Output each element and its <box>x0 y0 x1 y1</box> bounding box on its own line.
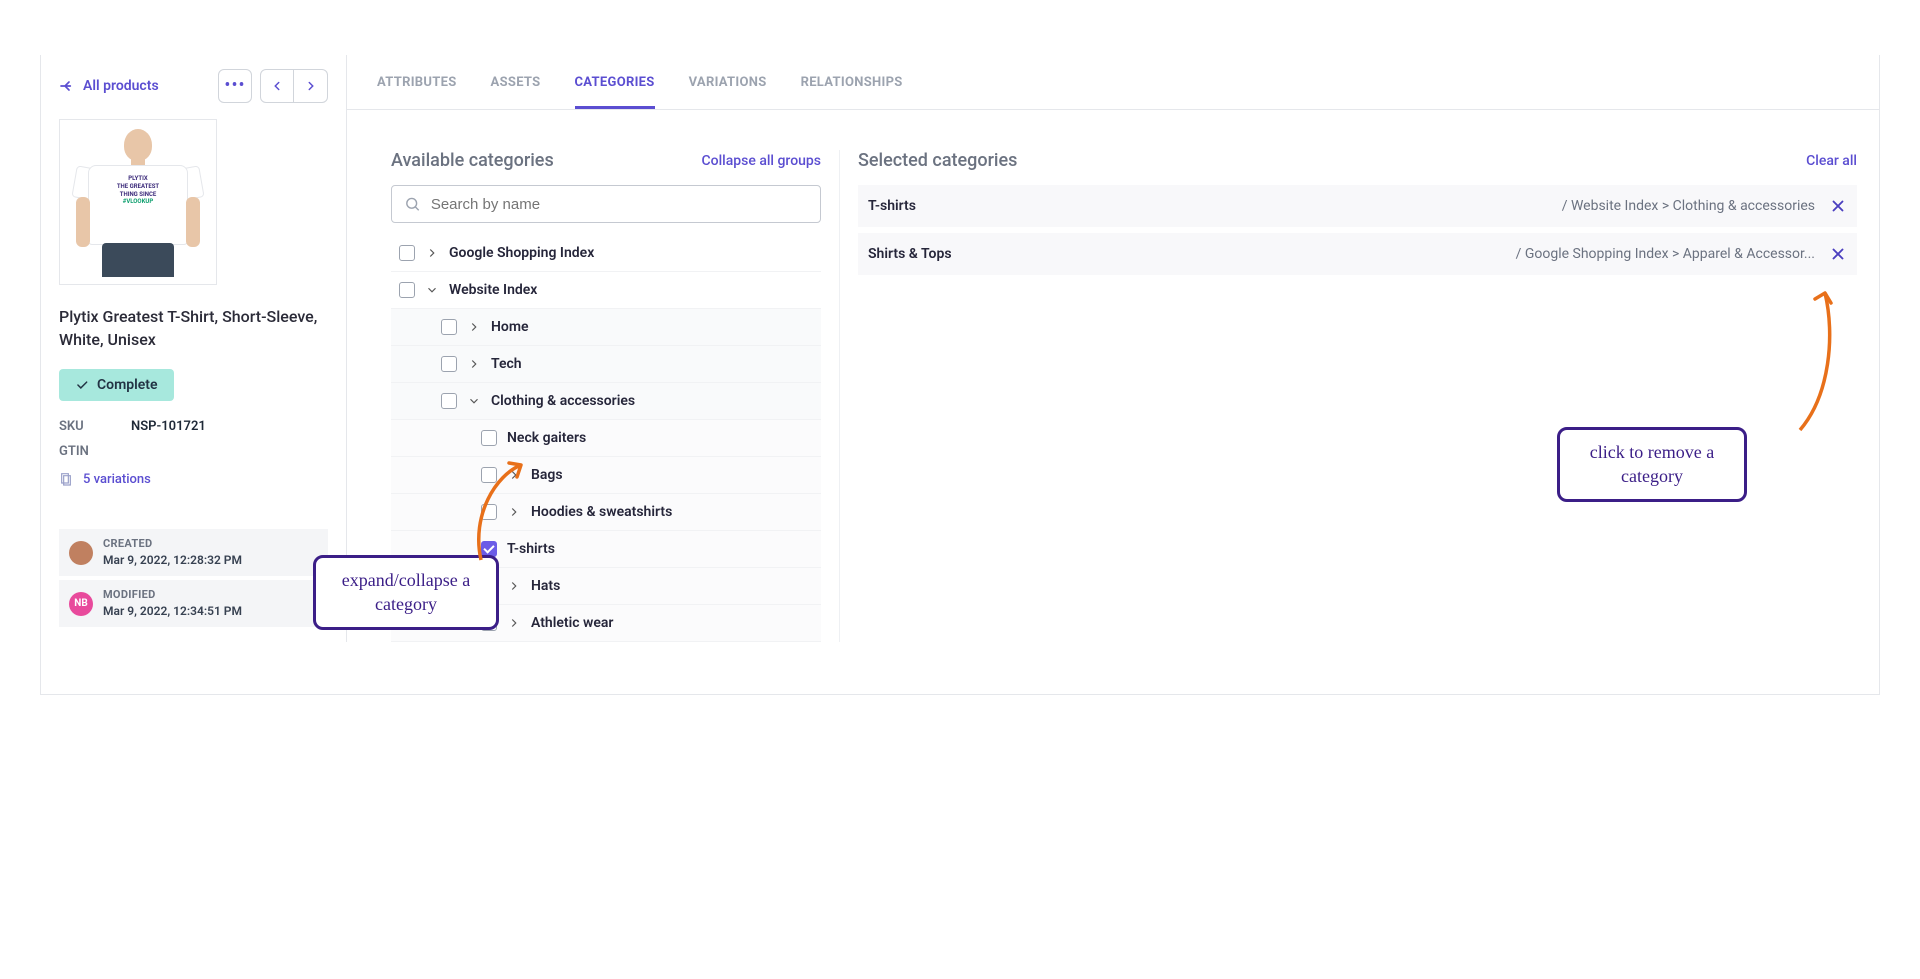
category-tree: Google Shopping Index Website Index Home <box>391 235 821 642</box>
search-icon <box>404 195 421 213</box>
chevron-down-icon[interactable] <box>425 283 439 297</box>
available-title: Available categories <box>391 150 554 171</box>
sku-value: NSP-101721 <box>131 419 206 434</box>
checkbox[interactable] <box>399 245 415 261</box>
checkbox[interactable] <box>481 578 497 594</box>
checkbox[interactable] <box>481 504 497 520</box>
tab-assets[interactable]: ASSETS <box>491 75 541 109</box>
prev-product-button[interactable] <box>260 69 294 103</box>
collapse-all-link[interactable]: Collapse all groups <box>702 153 822 169</box>
dots-icon: ••• <box>224 77 245 95</box>
tree-node-neck-gaiters[interactable]: Neck gaiters <box>391 420 821 457</box>
chevron-right-icon[interactable] <box>507 616 521 630</box>
tree-node-website-index[interactable]: Website Index <box>391 272 821 309</box>
modified-info: NB MODIFIED Mar 9, 2022, 12:34:51 PM <box>59 580 328 627</box>
product-side-panel: All products ••• <box>41 55 347 642</box>
more-actions-button[interactable]: ••• <box>218 69 252 103</box>
tree-label: Hats <box>531 578 560 594</box>
chevron-right-icon <box>304 79 318 93</box>
back-to-all-products[interactable]: All products <box>59 78 159 94</box>
remove-category-icon[interactable] <box>1829 245 1847 263</box>
checkbox[interactable] <box>441 319 457 335</box>
modified-label: MODIFIED <box>103 588 242 603</box>
checkbox[interactable] <box>481 615 497 631</box>
tree-node-bags[interactable]: Bags <box>391 457 821 494</box>
checkbox-checked[interactable] <box>481 541 497 557</box>
chevron-right-icon[interactable] <box>507 505 521 519</box>
selected-categories-panel: Selected categories Clear all T-shirts /… <box>839 150 1857 642</box>
tree-label: Bags <box>531 467 563 483</box>
tab-variations[interactable]: VARIATIONS <box>689 75 767 109</box>
status-badge: Complete <box>59 369 174 401</box>
status-label: Complete <box>97 377 158 393</box>
product-title: Plytix Greatest T-Shirt, Short-Sleeve, W… <box>59 305 328 351</box>
back-label: All products <box>83 78 159 94</box>
modifier-avatar: NB <box>69 592 93 616</box>
variations-label: 5 variations <box>83 472 151 487</box>
remove-category-icon[interactable] <box>1829 197 1847 215</box>
created-date: Mar 9, 2022, 12:28:32 PM <box>103 552 242 568</box>
tree-node-hats[interactable]: Hats <box>391 568 821 605</box>
tree-node-clothing[interactable]: Clothing & accessories <box>391 383 821 420</box>
check-icon <box>75 378 89 392</box>
selected-path: / Website Index > Clothing & accessories <box>1562 198 1815 214</box>
tab-relationships[interactable]: RELATIONSHIPS <box>801 75 903 109</box>
tree-label: Athletic wear <box>531 615 613 631</box>
tree-node-hoodies[interactable]: Hoodies & sweatshirts <box>391 494 821 531</box>
tree-label: Website Index <box>449 282 537 298</box>
creator-avatar <box>69 541 93 565</box>
chevron-right-icon[interactable] <box>467 320 481 334</box>
selected-path: / Google Shopping Index > Apparel & Acce… <box>1516 246 1815 262</box>
variations-icon <box>59 471 75 487</box>
tree-label: Clothing & accessories <box>491 393 635 409</box>
selected-title: Selected categories <box>858 150 1017 171</box>
chevron-right-icon[interactable] <box>507 468 521 482</box>
sku-label: SKU <box>59 419 103 434</box>
gtin-label: GTIN <box>59 444 103 459</box>
tree-node-tshirts[interactable]: T-shirts <box>391 531 821 568</box>
modified-date: Mar 9, 2022, 12:34:51 PM <box>103 603 242 619</box>
variations-link[interactable]: 5 variations <box>59 471 328 487</box>
tree-node-google-shopping[interactable]: Google Shopping Index <box>391 235 821 272</box>
tab-attributes[interactable]: ATTRIBUTES <box>377 75 457 109</box>
tree-label: Tech <box>491 356 522 372</box>
search-input[interactable] <box>431 196 808 213</box>
selected-name: T-shirts <box>868 198 916 214</box>
chevron-right-icon[interactable] <box>507 579 521 593</box>
created-info: CREATED Mar 9, 2022, 12:28:32 PM <box>59 529 328 576</box>
tree-label: Neck gaiters <box>507 430 586 446</box>
chevron-right-icon[interactable] <box>467 357 481 371</box>
tree-label: T-shirts <box>507 541 555 557</box>
tree-node-athletic[interactable]: Athletic wear <box>391 605 821 642</box>
category-search[interactable] <box>391 185 821 223</box>
chevron-down-icon[interactable] <box>467 394 481 408</box>
chevron-right-icon[interactable] <box>425 246 439 260</box>
checkbox[interactable] <box>441 393 457 409</box>
tab-categories[interactable]: CATEGORIES <box>575 75 655 109</box>
available-categories-panel: Available categories Collapse all groups… <box>391 150 821 642</box>
selected-name: Shirts & Tops <box>868 246 952 262</box>
clear-all-link[interactable]: Clear all <box>1806 153 1857 169</box>
app-window: All products ••• <box>40 55 1880 695</box>
tree-label: Hoodies & sweatshirts <box>531 504 672 520</box>
checkbox[interactable] <box>481 430 497 446</box>
selected-category-row: Shirts & Tops / Google Shopping Index > … <box>858 233 1857 275</box>
next-product-button[interactable] <box>294 69 328 103</box>
product-image: PLYTIX THE GREATEST THING SINCE #VLOOKUP <box>59 119 217 285</box>
tree-node-tech[interactable]: Tech <box>391 346 821 383</box>
checkbox[interactable] <box>441 356 457 372</box>
tree-node-home[interactable]: Home <box>391 309 821 346</box>
created-label: CREATED <box>103 537 242 552</box>
shirt-print-text: PLYTIX THE GREATEST THING SINCE #VLOOKUP <box>106 175 170 206</box>
tree-label: Home <box>491 319 529 335</box>
chevron-left-icon <box>270 79 284 93</box>
checkbox[interactable] <box>399 282 415 298</box>
selected-category-row: T-shirts / Website Index > Clothing & ac… <box>858 185 1857 227</box>
product-tabs: ATTRIBUTES ASSETS CATEGORIES VARIATIONS … <box>347 55 1879 110</box>
checkbox[interactable] <box>481 467 497 483</box>
arrow-left-icon <box>59 78 75 94</box>
tree-label: Google Shopping Index <box>449 245 594 261</box>
